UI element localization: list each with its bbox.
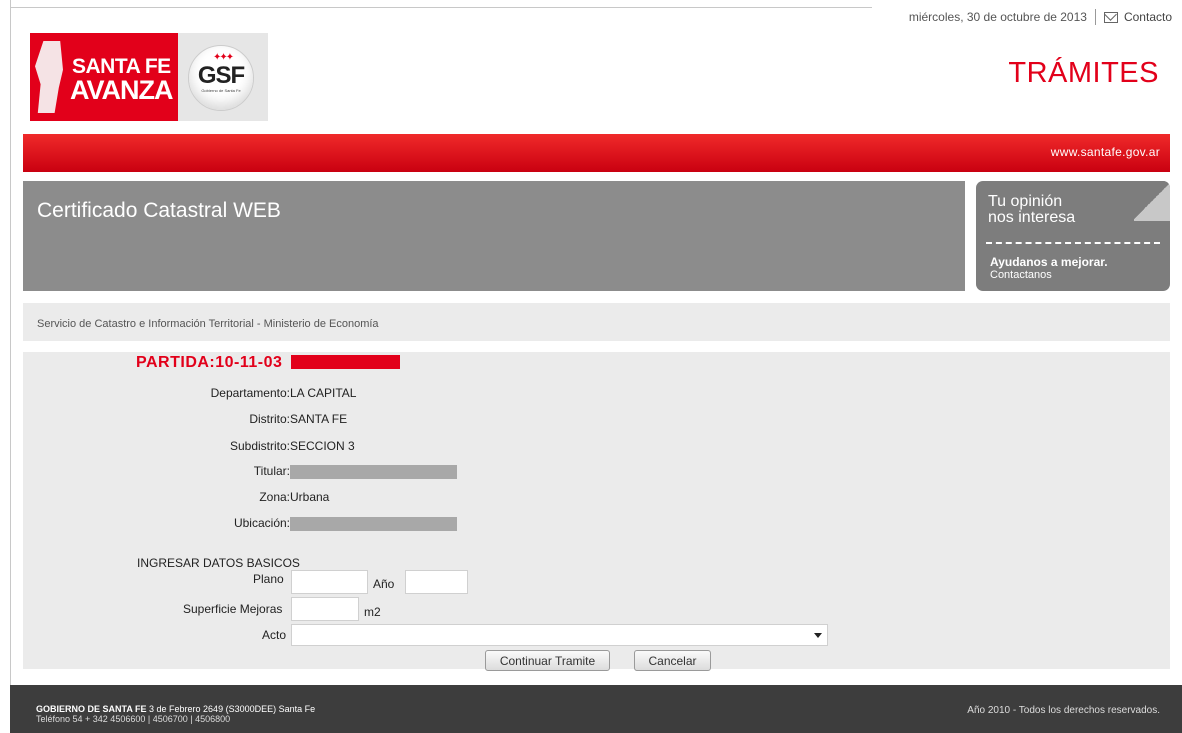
form-section-title: INGRESAR DATOS BASICOS bbox=[137, 556, 300, 570]
service-bar: Servicio de Catastro e Información Terri… bbox=[23, 303, 1170, 341]
site-url-link[interactable]: www.santafe.gov.ar bbox=[1051, 145, 1160, 159]
santa-fe-avanza-logo[interactable]: SANTA FE AVANZA bbox=[30, 33, 178, 121]
page-title: Certificado Catastral WEB bbox=[37, 199, 281, 222]
gsf-logo[interactable]: ✦✦✦ GSF Gobierno de Santa Fe bbox=[178, 33, 268, 121]
continue-button[interactable]: Continuar Tramite bbox=[485, 650, 610, 671]
anio-input[interactable] bbox=[405, 570, 468, 594]
main-content: PARTIDA:10-11-03 Departamento:LA CAPITAL… bbox=[23, 352, 1170, 671]
top-utility-bar: miércoles, 30 de octubre de 2013 Contact… bbox=[909, 9, 1172, 25]
superficie-unit: m2 bbox=[364, 605, 381, 619]
field-row-titular: Titular: bbox=[100, 464, 457, 479]
footer-address: GOBIERNO DE SANTA FE 3 de Febrero 2649 (… bbox=[36, 704, 315, 714]
opinion-widget[interactable]: Tu opinión nos interesa Ayudanos a mejor… bbox=[976, 181, 1170, 291]
field-row-zona: Zona:Urbana bbox=[100, 490, 329, 504]
field-row-departamento: Departamento:LA CAPITAL bbox=[100, 386, 357, 400]
opinion-contact-link[interactable]: Contactanos bbox=[990, 269, 1052, 281]
field-value: LA CAPITAL bbox=[290, 386, 357, 400]
field-row-distrito: Distrito:SANTA FE bbox=[100, 412, 347, 426]
footer-copyright: Año 2010 - Todos los derechos reservados… bbox=[967, 705, 1160, 716]
opinion-cta: Ayudanos a mejorar. bbox=[990, 255, 1108, 269]
page-title-box: Certificado Catastral WEB bbox=[23, 181, 965, 291]
opinion-heading: Tu opinión nos interesa bbox=[988, 194, 1075, 226]
service-name: Servicio de Catastro e Información Terri… bbox=[37, 318, 379, 330]
superficie-label: Superficie Mejoras bbox=[183, 602, 283, 616]
frame-border-top bbox=[10, 7, 872, 8]
stars-icon: ✦✦✦ bbox=[213, 52, 234, 63]
gsf-letters: GSF bbox=[197, 62, 245, 89]
redacted-value bbox=[290, 464, 457, 479]
field-label: Departamento: bbox=[210, 386, 290, 400]
field-value: SECCION 3 bbox=[290, 439, 355, 453]
contact-link[interactable]: Contacto bbox=[1124, 10, 1172, 24]
field-row-ubicacion: Ubicación: bbox=[100, 516, 457, 531]
mail-icon[interactable] bbox=[1103, 11, 1118, 23]
red-banner: www.santafe.gov.ar bbox=[23, 134, 1170, 172]
chevron-down-icon bbox=[814, 633, 822, 638]
field-label: Subdistrito: bbox=[229, 439, 290, 453]
frame-border-left bbox=[10, 0, 11, 733]
plano-label: Plano bbox=[253, 572, 284, 586]
section-title: TRÁMITES bbox=[1008, 57, 1159, 89]
dashed-divider bbox=[986, 242, 1160, 244]
field-row-subdistrito: Subdistrito:SECCION 3 bbox=[100, 439, 355, 453]
opinion-line1: Tu opinión bbox=[988, 193, 1063, 210]
field-value: Urbana bbox=[290, 490, 330, 504]
redacted-value bbox=[290, 516, 457, 531]
redacted-partida-number bbox=[291, 355, 400, 369]
partida-title: PARTIDA:10-11-03 bbox=[136, 354, 283, 371]
field-label: Distrito: bbox=[249, 412, 290, 426]
field-label: Ubicación: bbox=[233, 516, 290, 530]
page-fold-icon bbox=[1134, 181, 1170, 221]
logo-text-line2: AVANZA bbox=[70, 75, 173, 105]
field-value: SANTA FE bbox=[290, 412, 348, 426]
province-map-icon bbox=[35, 41, 63, 113]
current-date: miércoles, 30 de octubre de 2013 bbox=[908, 10, 1087, 24]
footer-address-text: 3 de Febrero 2649 (S3000DEE) Santa Fe bbox=[146, 704, 316, 714]
acto-select[interactable] bbox=[291, 624, 828, 646]
footer-org: GOBIERNO DE SANTA FE bbox=[36, 704, 147, 714]
footer: GOBIERNO DE SANTA FE 3 de Febrero 2649 (… bbox=[10, 685, 1182, 733]
cancel-button[interactable]: Cancelar bbox=[634, 650, 711, 671]
gsf-seal: ✦✦✦ GSF Gobierno de Santa Fe bbox=[188, 45, 254, 111]
divider bbox=[1094, 9, 1096, 25]
superficie-input[interactable] bbox=[291, 597, 359, 621]
plano-input[interactable] bbox=[291, 570, 368, 594]
field-label: Zona: bbox=[259, 490, 290, 504]
field-label: Titular: bbox=[253, 464, 290, 478]
footer-phones: Teléfono 54 + 342 4506600 | 4506700 | 45… bbox=[36, 714, 231, 724]
anio-label: Año bbox=[373, 577, 395, 591]
acto-label: Acto bbox=[262, 628, 287, 642]
opinion-line2: nos interesa bbox=[988, 209, 1076, 226]
